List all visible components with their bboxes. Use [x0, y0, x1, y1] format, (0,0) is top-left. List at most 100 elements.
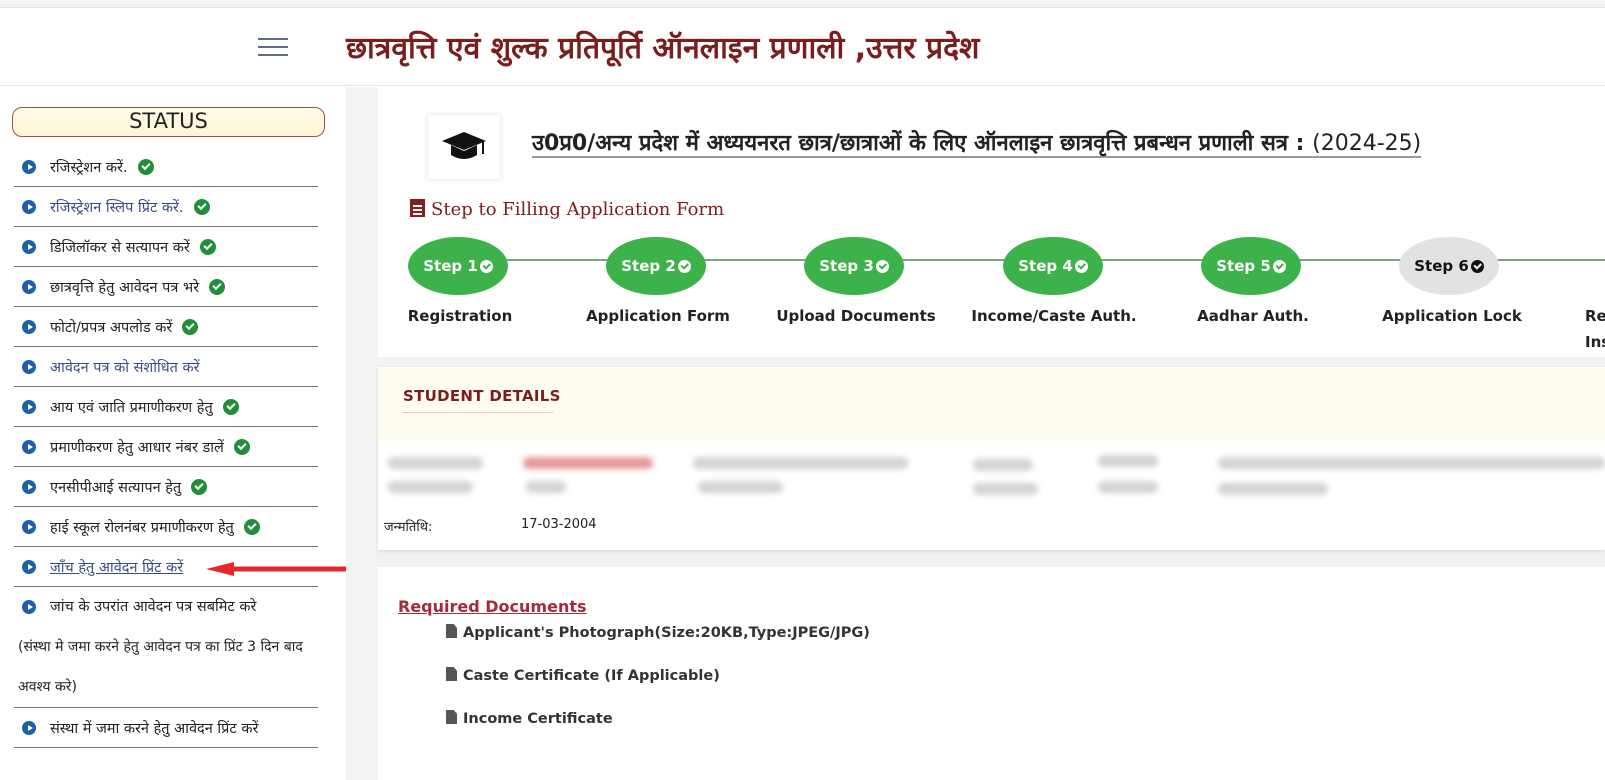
status-item-highschool-roll[interactable]: हाई स्कूल रोलनंबर प्रमाणीकरण हेतु — [14, 507, 318, 547]
file-icon — [446, 624, 457, 638]
red-arrow-icon — [206, 562, 346, 576]
step-7-label-line2: Ins — [1585, 333, 1605, 351]
step-4[interactable]: Step 4 — [1003, 237, 1103, 295]
step-name: Step 1 — [423, 257, 478, 275]
status-item-modify-application[interactable]: आवेदन पत्र को संशोधित करें — [14, 347, 318, 387]
main-content: उ0प्र0/अन्य प्रदेश में अध्ययनरत छात्र/छा… — [346, 87, 1605, 780]
step-6-label: Application Lock — [1382, 307, 1522, 325]
check-icon — [1074, 259, 1088, 273]
header: छात्रवृत्ति एवं शुल्क प्रतिपूर्ति ऑनलाइन… — [0, 8, 1605, 86]
check-circle-icon — [222, 398, 239, 415]
steps-heading-text: Step to Filling Application Form — [431, 199, 725, 220]
doc-item-label: Caste Certificate (If Applicable) — [463, 668, 720, 684]
blurred-field — [526, 481, 566, 493]
step-3[interactable]: Step 3 — [804, 237, 904, 295]
doc-item-label: Applicant's Photograph(Size:20KB,Type:JP… — [463, 625, 870, 641]
blurred-field — [388, 481, 473, 493]
step-6[interactable]: Step 6 — [1399, 237, 1499, 295]
dob-value: 17-03-2004 — [521, 517, 597, 532]
step-3-label: Upload Documents — [776, 307, 936, 325]
step-name: Step 2 — [621, 257, 676, 275]
status-item-npci[interactable]: एनसीपीआई सत्यापन हेतु — [14, 467, 318, 507]
top-strip — [0, 0, 1605, 8]
blurred-field — [698, 481, 783, 493]
status-item-label: आय एवं जाति प्रमाणीकरण हेतु — [50, 399, 213, 416]
step-7-label-line1: Re — [1585, 307, 1605, 325]
check-circle-icon — [243, 518, 260, 535]
print-for-verification-link[interactable]: जाँच हेतु आवेदन प्रिंट करें — [50, 557, 183, 577]
status-item-print-for-institute[interactable]: संस्था में जमा करने हेतु आवेदन प्रिंट कर… — [14, 708, 318, 748]
bullet-icon — [22, 600, 36, 614]
status-item-label: आवेदन पत्र को संशोधित करें — [50, 359, 200, 376]
blurred-field — [1218, 483, 1328, 495]
status-item-income-caste[interactable]: आय एवं जाति प्रमाणीकरण हेतु — [14, 387, 318, 427]
bullet-icon — [22, 279, 36, 294]
status-item-label: प्रमाणीकरण हेतु आधार नंबर डालें — [50, 439, 224, 456]
status-item-digilocker[interactable]: डिजिलॉकर से सत्यापन करें — [14, 227, 318, 267]
bullet-icon — [22, 239, 36, 254]
check-icon — [479, 259, 493, 273]
blurred-field — [973, 459, 1033, 471]
doc-item-label: Income Certificate — [463, 711, 613, 727]
file-icon — [446, 710, 457, 724]
status-item-submit-after-verification[interactable]: जांच के उपरांत आवेदन पत्र सबमिट करे (संस… — [14, 587, 318, 708]
menu-icon[interactable] — [258, 38, 288, 58]
bullet-icon — [22, 359, 36, 374]
page-title: उ0प्र0/अन्य प्रदेश में अध्ययनरत छात्र/छा… — [532, 127, 1421, 157]
page-title-text: उ0प्र0/अन्य प्रदेश में अध्ययनरत छात्र/छा… — [532, 131, 1313, 156]
step-2-label: Application Form — [586, 307, 730, 325]
session-year: (2024-25) — [1312, 131, 1422, 156]
doc-item-photograph: Applicant's Photograph(Size:20KB,Type:JP… — [446, 624, 870, 641]
check-circle-icon — [193, 198, 210, 215]
bullet-icon — [22, 199, 36, 214]
status-item-aadhar[interactable]: प्रमाणीकरण हेतु आधार नंबर डालें — [14, 427, 318, 467]
check-circle-icon — [209, 278, 226, 295]
status-item-registration-slip[interactable]: रजिस्ट्रेशन स्लिप प्रिंट करें. — [14, 187, 318, 227]
check-circle-icon — [137, 158, 154, 175]
student-details-header: STUDENT DETAILS — [378, 367, 1605, 440]
check-icon — [1272, 259, 1286, 273]
step-7-label-partial: Re Ins — [1585, 303, 1605, 355]
file-icon — [446, 667, 457, 681]
student-details-title: STUDENT DETAILS — [403, 387, 561, 405]
doc-item-income-certificate: Income Certificate — [446, 710, 613, 727]
bullet-icon — [22, 439, 36, 454]
status-item-label: रजिस्ट्रेशन स्लिप प्रिंट करें. — [50, 199, 184, 216]
required-documents-title: Required Documents — [398, 597, 587, 616]
status-item-registration[interactable]: रजिस्ट्रेशन करें. — [14, 147, 318, 187]
step-1-label: Registration — [407, 307, 513, 325]
graduation-cap-icon — [442, 132, 486, 159]
bullet-icon — [22, 559, 36, 574]
site-title: छात्रवृत्ति एवं शुल्क प्रतिपूर्ति ऑनलाइन… — [346, 31, 980, 66]
status-item-label: संस्था में जमा करने हेतु आवेदन प्रिंट कर… — [50, 720, 259, 737]
blurred-field — [1218, 457, 1605, 469]
status-item-note: (संस्था मे जमा करने हेतु आवेदन पत्र का प… — [18, 639, 303, 695]
bullet-icon — [22, 159, 36, 174]
blurred-field — [1098, 455, 1158, 467]
status-item-label: हाई स्कूल रोलनंबर प्रमाणीकरण हेतु — [50, 519, 234, 536]
status-item-label: डिजिलॉकर से सत्यापन करें — [50, 239, 190, 256]
bullet-icon — [22, 319, 36, 334]
student-details-card: STUDENT DETAILS जन्मतिथि: 17-03-2004 — [378, 367, 1605, 550]
check-circle-icon — [233, 438, 250, 455]
check-circle-icon — [191, 478, 208, 495]
application-steps-card: उ0प्र0/अन्य प्रदेश में अध्ययनरत छात्र/छा… — [378, 87, 1605, 357]
status-item-photo-upload[interactable]: फोटो/प्रपत्र अपलोड करें — [14, 307, 318, 347]
step-4-label: Income/Caste Auth. — [971, 307, 1137, 325]
check-circle-icon — [199, 238, 216, 255]
step-1[interactable]: Step 1 — [408, 237, 508, 295]
required-documents-card: Required Documents Applicant's Photograp… — [378, 567, 1605, 780]
step-name: Step 3 — [819, 257, 874, 275]
check-icon — [677, 259, 691, 273]
document-icon — [410, 199, 425, 217]
step-5[interactable]: Step 5 — [1201, 237, 1301, 295]
step-2[interactable]: Step 2 — [606, 237, 706, 295]
status-list: रजिस्ट्रेशन करें. रजिस्ट्रेशन स्लिप प्रि… — [14, 147, 318, 748]
status-item-label: फोटो/प्रपत्र अपलोड करें — [50, 319, 173, 336]
check-circle-icon — [182, 318, 199, 335]
status-item-label: छात्रवृत्ति हेतु आवेदन पत्र भरे — [50, 279, 200, 296]
step-name: Step 5 — [1216, 257, 1271, 275]
sidebar: STATUS रजिस्ट्रेशन करें. रजिस्ट्रेशन स्ल… — [0, 87, 346, 780]
status-item-application-form[interactable]: छात्रवृत्ति हेतु आवेदन पत्र भरे — [14, 267, 318, 307]
blurred-field — [693, 457, 908, 469]
